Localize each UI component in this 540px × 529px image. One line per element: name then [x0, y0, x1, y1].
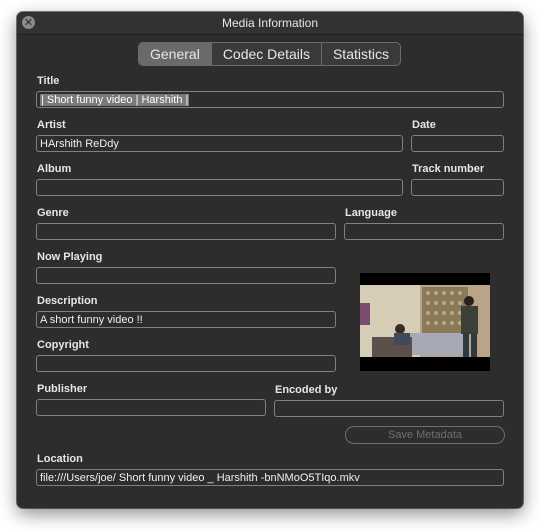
- track-number-field[interactable]: [411, 179, 504, 196]
- track-number-label: Track number: [412, 163, 485, 175]
- language-label: Language: [345, 207, 397, 219]
- tab-statistics[interactable]: Statistics: [320, 43, 400, 65]
- language-field[interactable]: [344, 223, 504, 240]
- publisher-label: Publisher: [37, 383, 88, 395]
- date-field[interactable]: [411, 135, 504, 152]
- title-field[interactable]: | Short funny video | Harshith |: [36, 91, 504, 108]
- genre-field[interactable]: [36, 223, 336, 240]
- album-label: Album: [37, 163, 72, 175]
- copyright-label: Copyright: [37, 339, 89, 351]
- location-label: Location: [37, 453, 83, 465]
- encoded-by-label: Encoded by: [275, 384, 338, 396]
- description-label: Description: [37, 295, 98, 307]
- media-info-window: ✕ Media Information General Codec Detail…: [17, 12, 523, 508]
- publisher-field[interactable]: [36, 399, 266, 416]
- artist-field[interactable]: HArshith ReDdy: [36, 135, 403, 152]
- tab-general[interactable]: General: [139, 43, 211, 65]
- description-field[interactable]: A short funny video !!: [36, 311, 336, 328]
- genre-label: Genre: [37, 207, 69, 219]
- now-playing-field[interactable]: [36, 267, 336, 284]
- album-field[interactable]: [36, 179, 403, 196]
- artist-label: Artist: [37, 119, 66, 131]
- save-metadata-button[interactable]: Save Metadata: [345, 426, 505, 444]
- date-label: Date: [412, 119, 436, 131]
- video-thumbnail: [360, 273, 490, 371]
- tab-bar: General Codec Details Statistics: [138, 42, 401, 66]
- copyright-field[interactable]: [36, 355, 336, 372]
- title-bar: ✕ Media Information: [17, 12, 523, 35]
- video-thumbnail-art: [360, 273, 490, 371]
- title-field-value: | Short funny video | Harshith |: [40, 94, 190, 106]
- location-field[interactable]: file:///Users/joe/ Short funny video _ H…: [36, 469, 504, 486]
- tab-codec-details[interactable]: Codec Details: [210, 43, 321, 65]
- title-label: Title: [37, 75, 60, 87]
- now-playing-label: Now Playing: [37, 251, 103, 263]
- encoded-by-field[interactable]: [274, 400, 504, 417]
- window-title: Media Information: [221, 16, 319, 30]
